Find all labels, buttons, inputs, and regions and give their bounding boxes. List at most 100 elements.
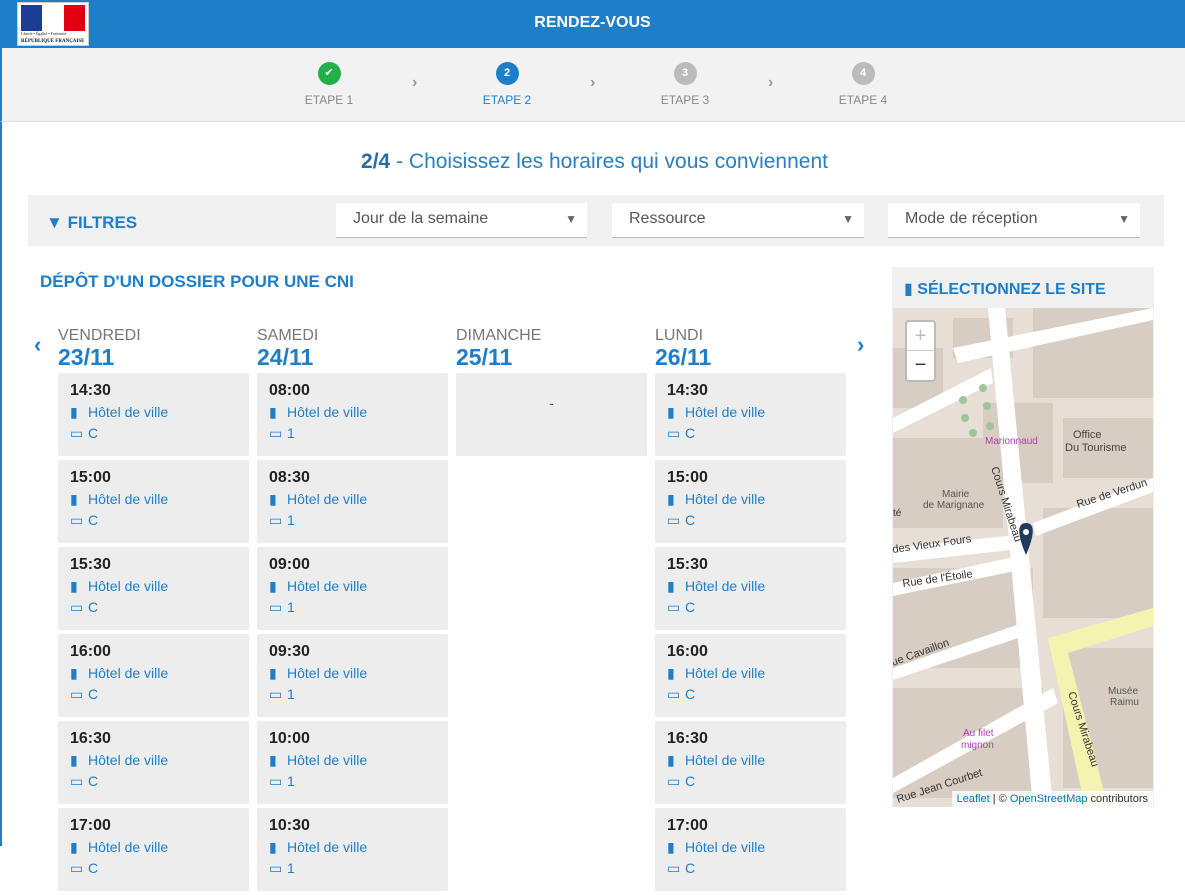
previous-days-button[interactable]: ‹ <box>34 332 41 358</box>
slot-site: Hôtel de ville <box>88 665 169 681</box>
day-date: 23/11 <box>58 344 115 370</box>
time-slot[interactable]: 17:00 ▮ Hôtel de ville ▭ C <box>58 808 249 891</box>
slot-mode: 1 <box>287 860 295 876</box>
laptop-icon: ▭ <box>70 686 84 702</box>
building-icon: ▮ <box>70 839 78 855</box>
building-icon: ▮ <box>667 839 675 855</box>
zoom-out-button[interactable]: − <box>907 351 934 380</box>
header-title: RENDEZ-VOUS <box>534 14 651 31</box>
slot-site: Hôtel de ville <box>88 839 169 855</box>
time-slot[interactable]: 14:30 ▮ Hôtel de ville ▭ C <box>58 373 249 456</box>
chevron-right-icon: › <box>768 74 774 91</box>
osm-link[interactable]: OpenStreetMap <box>1010 793 1088 805</box>
chevron-right-icon: › <box>412 74 418 91</box>
reception-mode-select[interactable]: Mode de réception ▼ <box>888 203 1140 238</box>
slot-site: Hôtel de ville <box>287 578 368 594</box>
zoom-in-button[interactable]: + <box>907 322 934 351</box>
day-name: LUNDI <box>655 327 704 344</box>
slot-site: Hôtel de ville <box>685 404 766 420</box>
step-3-label: ETAPE 3 <box>660 93 710 107</box>
laptop-icon: ▭ <box>269 425 283 441</box>
slot-time: 14:30 <box>70 382 111 399</box>
slot-mode: C <box>685 860 696 876</box>
step-3: 3 ETAPE 3 <box>635 62 735 107</box>
map-title: ▮ SÉLECTIONNEZ LE SITE <box>904 281 1106 298</box>
time-slot[interactable]: 16:30 ▮ Hôtel de ville ▭ C <box>58 721 249 804</box>
time-slot[interactable]: 15:30 ▮ Hôtel de ville ▭ C <box>655 547 846 630</box>
slot-site: Hôtel de ville <box>685 578 766 594</box>
slot-time: 15:00 <box>70 469 111 486</box>
time-slot[interactable]: 16:30 ▮ Hôtel de ville ▭ C <box>655 721 846 804</box>
time-slot[interactable]: 16:00 ▮ Hôtel de ville ▭ C <box>58 634 249 717</box>
filters-toggle[interactable]: ▼ FILTRES <box>46 213 137 233</box>
laptop-icon: ▭ <box>667 860 681 876</box>
building-icon: ▮ <box>667 578 675 594</box>
building-icon: ▮ <box>904 281 913 298</box>
page-title-text: - Choisissez les horaires qui vous convi… <box>396 150 828 173</box>
step-1: ✔ ETAPE 1 <box>279 62 379 107</box>
slot-time: 17:00 <box>667 817 708 834</box>
dropdown-arrow-icon: ▼ <box>1118 212 1130 226</box>
time-slot[interactable]: 16:00 ▮ Hôtel de ville ▭ C <box>655 634 846 717</box>
step-2-number: 2 <box>495 62 519 85</box>
slot-site: Hôtel de ville <box>685 752 766 768</box>
building-icon: ▮ <box>269 752 277 768</box>
map-label-edge: té <box>893 508 902 519</box>
step-2: 2 ETAPE 2 <box>457 62 557 107</box>
time-slot[interactable]: 17:00 ▮ Hôtel de ville ▭ C <box>655 808 846 891</box>
day-of-week-select[interactable]: Jour de la semaine ▼ <box>336 203 587 238</box>
building-icon: ▮ <box>70 578 78 594</box>
next-days-button[interactable]: › <box>857 332 864 358</box>
building-icon: ▮ <box>667 404 675 420</box>
step-1-check-icon: ✔ <box>317 62 341 85</box>
time-slot[interactable]: 09:30 ▮ Hôtel de ville ▭ 1 <box>257 634 448 717</box>
building-icon: ▮ <box>667 491 675 507</box>
slot-mode: C <box>88 512 99 528</box>
day-name: VENDREDI <box>58 327 141 344</box>
slot-mode: C <box>88 686 99 702</box>
main-content: 2/4 - Choisissez les horaires qui vous c… <box>0 122 1185 891</box>
slot-mode: C <box>88 860 99 876</box>
map-label-musee: Musée <box>1108 686 1138 697</box>
slot-time: 16:00 <box>667 643 708 660</box>
step-4-number: 4 <box>851 62 875 85</box>
reception-mode-value: Mode de réception <box>905 210 1038 227</box>
building-icon: ▮ <box>269 491 277 507</box>
time-slot[interactable]: 08:30 ▮ Hôtel de ville ▭ 1 <box>257 460 448 543</box>
time-slot[interactable]: 10:30 ▮ Hôtel de ville ▭ 1 <box>257 808 448 891</box>
site-map[interactable]: Marionnaud Office Du Tourisme Mairie de … <box>893 308 1153 807</box>
slot-time: 15:00 <box>667 469 708 486</box>
time-slot[interactable]: 10:00 ▮ Hôtel de ville ▭ 1 <box>257 721 448 804</box>
step-1-label: ETAPE 1 <box>304 93 354 107</box>
slot-mode: 1 <box>287 773 295 789</box>
laptop-icon: ▭ <box>70 773 84 789</box>
slot-mode: C <box>88 599 99 615</box>
building-icon: ▮ <box>667 752 675 768</box>
time-slot[interactable]: 09:00 ▮ Hôtel de ville ▭ 1 <box>257 547 448 630</box>
day-date: 26/11 <box>655 344 712 370</box>
laptop-icon: ▭ <box>70 512 84 528</box>
day-date: 25/11 <box>456 344 513 370</box>
resource-select[interactable]: Ressource ▼ <box>612 203 864 238</box>
time-slot[interactable]: 14:30 ▮ Hôtel de ville ▭ C <box>655 373 846 456</box>
slot-site: Hôtel de ville <box>287 839 368 855</box>
laptop-icon: ▭ <box>667 512 681 528</box>
leaflet-link[interactable]: Leaflet <box>957 793 990 805</box>
map-label-mignon: mignon <box>961 740 994 751</box>
time-slot[interactable]: 15:00 ▮ Hôtel de ville ▭ C <box>58 460 249 543</box>
slot-site: Hôtel de ville <box>88 404 169 420</box>
map-label-marionnaud: Marionnaud <box>985 436 1038 447</box>
time-slot[interactable]: 15:00 ▮ Hôtel de ville ▭ C <box>655 460 846 543</box>
day-column: DIMANCHE 25/11 - <box>456 327 647 460</box>
slot-time: 16:30 <box>70 730 111 747</box>
step-2-label: ETAPE 2 <box>482 93 532 107</box>
time-slot[interactable]: 15:30 ▮ Hôtel de ville ▭ C <box>58 547 249 630</box>
filters-bar: ▼ FILTRES Jour de la semaine ▼ Ressource… <box>28 195 1164 246</box>
building-icon: ▮ <box>269 665 277 681</box>
filters-label: FILTRES <box>67 213 138 232</box>
slot-time: 17:00 <box>70 817 111 834</box>
time-slot[interactable]: 08:00 ▮ Hôtel de ville ▭ 1 <box>257 373 448 456</box>
slot-time: 10:00 <box>269 730 310 747</box>
map-attribution: Leaflet | © OpenStreetMap contributors <box>951 791 1153 807</box>
slot-mode: 1 <box>287 599 295 615</box>
